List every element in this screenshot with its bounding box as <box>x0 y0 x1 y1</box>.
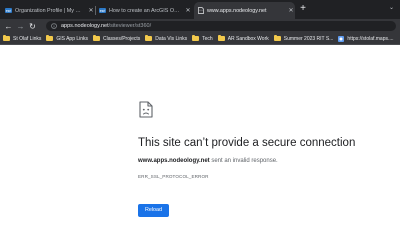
bookmark-label: AR Sandbox Work <box>227 35 269 42</box>
folder-icon <box>46 35 54 41</box>
tab-label: How to create an ArcGIS Online Dashboard <box>109 7 181 14</box>
site-icon <box>338 35 345 42</box>
close-icon[interactable]: ✕ <box>184 7 192 14</box>
url-text: apps.nodeology.net/siteviewer/st360/ <box>61 23 151 29</box>
url-path: /siteviewer/st360/ <box>108 23 152 29</box>
bookmark-data-vis-links[interactable]: Data Vis Links <box>145 35 188 42</box>
esri-icon: esri <box>5 8 12 13</box>
tab-label: Organization Profile | My Esri <box>15 7 84 14</box>
folder-icon <box>3 35 10 41</box>
tab-how-to-create-dashboard[interactable]: esri How to create an ArcGIS Online Dash… <box>96 2 192 19</box>
sad-document-icon <box>139 101 153 123</box>
folder-icon <box>217 35 225 41</box>
esri-icon: esri <box>99 8 106 13</box>
bookmark-label: Classes/Projects <box>103 35 141 42</box>
bookmark-gis-app-links[interactable]: GIS App Links <box>46 35 89 42</box>
svg-text:esri: esri <box>6 9 12 13</box>
bookmark-label: https://stolaf.maps.... <box>347 35 394 42</box>
folder-icon <box>145 35 153 41</box>
bookmark-label: GIS App Links <box>56 35 89 42</box>
error-host: www.apps.nodeology.net <box>138 158 210 164</box>
url-host: apps.nodeology.net <box>61 23 109 29</box>
reload-button[interactable]: Reload <box>138 204 169 217</box>
bookmarks-bar: St Olaf Links GIS App Links Classes/Proj… <box>0 33 400 45</box>
new-tab-button[interactable]: + <box>297 3 309 15</box>
bookmark-label: Data Vis Links <box>155 35 188 42</box>
svg-text:esri: esri <box>100 9 106 13</box>
forward-arrow-icon[interactable]: → <box>15 21 26 32</box>
chevron-down-icon[interactable]: ⌄ <box>389 4 394 11</box>
bookmark-label: Summer 2023 RIT S... <box>283 35 334 42</box>
bookmark-label: Tech <box>202 35 213 42</box>
sad-document-icon <box>198 7 204 14</box>
bookmark-classes-projects[interactable]: Classes/Projects <box>93 35 141 42</box>
close-icon[interactable]: ✕ <box>287 7 295 14</box>
folder-icon <box>93 35 101 41</box>
error-title: This site can’t provide a secure connect… <box>138 137 356 149</box>
tab-strip: esri Organization Profile | My Esri ✕ es… <box>0 0 400 19</box>
page-content: This site can’t provide a secure connect… <box>0 45 400 252</box>
bookmark-tech[interactable]: Tech <box>192 35 213 42</box>
folder-icon <box>192 35 200 41</box>
reload-icon[interactable]: ↻ <box>27 21 38 32</box>
error-message: sent an invalid response. <box>209 158 278 164</box>
tab-organization-profile[interactable]: esri Organization Profile | My Esri ✕ <box>2 2 95 19</box>
error-code[interactable]: ERR_SSL_PROTOCOL_ERROR <box>138 174 209 179</box>
info-icon[interactable] <box>51 23 57 29</box>
close-icon[interactable]: ✕ <box>87 7 95 14</box>
error-description: www.apps.nodeology.net sent an invalid r… <box>138 158 278 164</box>
tab-label: www.apps.nodeology.net <box>207 7 267 14</box>
back-arrow-icon[interactable]: ← <box>3 21 14 32</box>
bookmark-st-olaf-links[interactable]: St Olaf Links <box>3 35 42 42</box>
bookmark-summer-2023[interactable]: Summer 2023 RIT S... <box>273 35 334 42</box>
tab-apps-nodeology[interactable]: www.apps.nodeology.net ✕ <box>194 2 295 19</box>
address-bar[interactable]: apps.nodeology.net/siteviewer/st360/ <box>46 21 396 31</box>
bookmark-ar-sandbox-work[interactable]: AR Sandbox Work <box>217 35 269 42</box>
toolbar: ← → ↻ apps.nodeology.net/siteviewer/st36… <box>0 19 400 33</box>
bookmark-label: St Olaf Links <box>13 35 42 42</box>
folder-icon <box>273 35 281 41</box>
bookmark-stolaf-maps[interactable]: https://stolaf.maps.... <box>338 35 394 42</box>
